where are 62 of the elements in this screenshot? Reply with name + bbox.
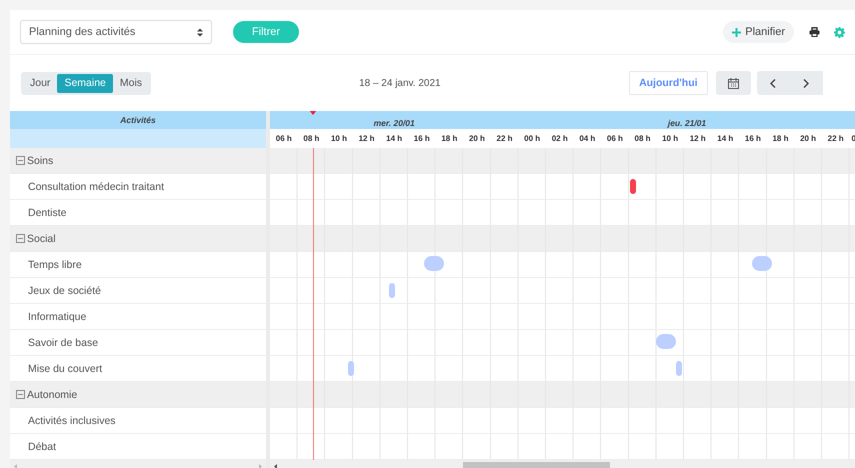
event-bar[interactable] [676, 361, 682, 376]
scroll-left-icon[interactable] [274, 464, 277, 468]
hour-label: 16 h [744, 133, 762, 145]
hour-label: 16 h [412, 133, 431, 145]
activity-name: Activités inclusives [28, 414, 116, 426]
group-name: Social [27, 232, 56, 244]
calendar-button[interactable] [716, 71, 751, 95]
hour-label: 12 h [688, 133, 707, 145]
date-range: 18 – 24 janv. 2021 [359, 78, 442, 88]
day-header: jeu. 21/01 [666, 116, 708, 129]
event-pill[interactable] [424, 256, 444, 271]
day-header: mer. 20/01 [372, 116, 416, 129]
select-caret-icon [197, 28, 203, 36]
hour-label: 14 h [716, 133, 734, 145]
hour-label: 20 h [468, 133, 486, 145]
activity-name: Savoir de base [28, 336, 98, 348]
hour-label: 00 h [523, 133, 542, 145]
activity-name: Mise du couvert [28, 362, 102, 374]
column-header: Activités [10, 111, 266, 129]
chevron-right-icon [803, 78, 810, 88]
event-pill[interactable] [656, 334, 676, 349]
hour-label: 06 h [274, 133, 293, 145]
view-select[interactable]: Planning des activités [20, 20, 212, 44]
plus-icon [732, 28, 742, 36]
plan-button[interactable]: Planifier [723, 21, 794, 43]
view-tab[interactable]: Mois [112, 74, 150, 92]
hour-label: 10 h [661, 133, 680, 145]
hour-label: 14 h [385, 133, 404, 145]
hour-label: 18 h [440, 133, 458, 145]
activity-name: Consultation médecin traitant [28, 180, 164, 192]
hour-label: 08 h [634, 133, 652, 145]
collapse-icon[interactable] [16, 234, 25, 243]
activity-name: Dentiste [28, 206, 67, 218]
settings-icon[interactable] [834, 26, 845, 38]
hour-label: 12 h [358, 133, 376, 145]
event-bar[interactable] [348, 361, 354, 376]
view-tab[interactable]: Jour [23, 74, 58, 92]
activity-name: Débat [28, 440, 56, 452]
hour-label: 04 h [578, 133, 596, 145]
hour-label: 02 h [550, 133, 569, 145]
activity-name: Temps libre [28, 258, 82, 270]
event-bar[interactable] [630, 179, 636, 194]
scroll-right-icon[interactable] [259, 464, 262, 468]
print-icon[interactable] [809, 27, 820, 37]
collapse-icon[interactable] [16, 390, 25, 399]
hour-label: 08 h [302, 133, 320, 145]
hour-label: 06 h [606, 133, 624, 145]
event-bar[interactable] [388, 283, 395, 298]
hour-label: 22 h [826, 133, 845, 145]
chevron-left-icon [770, 78, 776, 88]
collapse-icon[interactable] [16, 156, 25, 165]
activity-name: Informatique [28, 310, 86, 322]
calendar-icon [728, 78, 739, 88]
hour-label: 18 h [771, 133, 790, 145]
hour-label: 22 h [496, 133, 514, 145]
group-name: Soins [27, 154, 54, 166]
group-name: Autonomie [27, 388, 78, 400]
hour-label: 20 h [799, 133, 818, 145]
event-pill[interactable] [752, 256, 772, 271]
hour-label: 10 h [330, 133, 348, 145]
activity-name: Jeux de société [28, 284, 101, 296]
current-time-marker [309, 111, 318, 115]
